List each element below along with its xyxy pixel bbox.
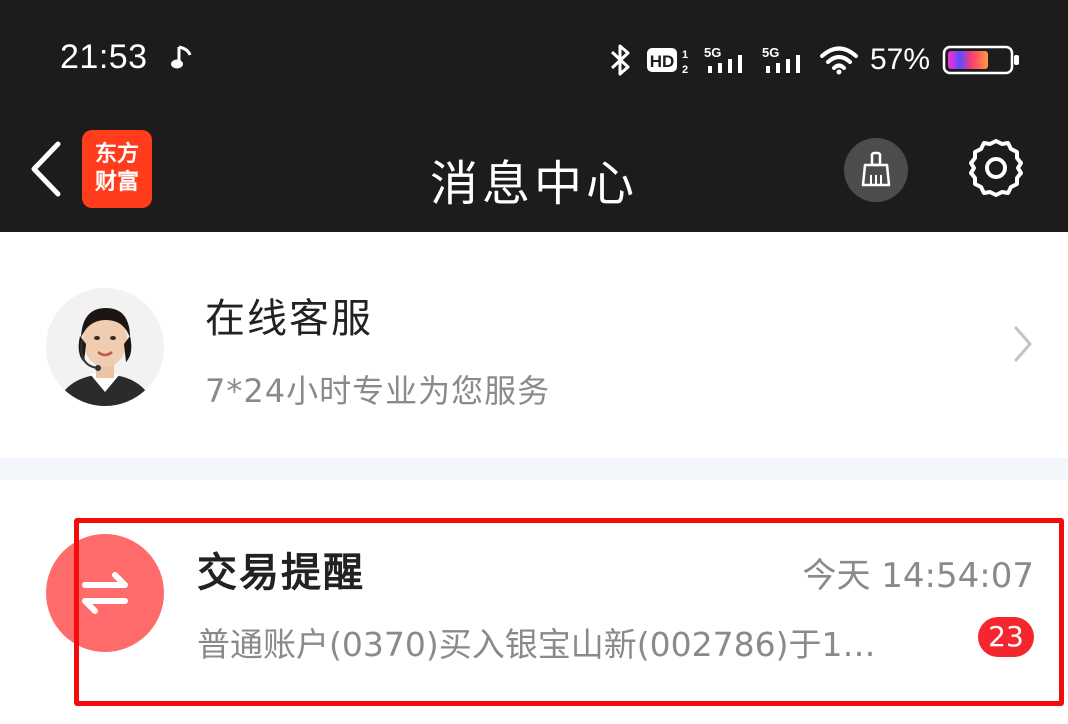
status-icons: HD 1 2 5G 5G 57% [608, 38, 1022, 82]
svg-text:2: 2 [682, 64, 688, 76]
clear-messages-button[interactable] [844, 138, 908, 202]
chevron-right-icon [1014, 326, 1032, 362]
status-bar: 21:53 HD 1 2 5G 5G 57% [0, 0, 1068, 110]
svg-text:5G: 5G [762, 45, 779, 60]
status-time: 21:53 [60, 38, 148, 76]
nav-bar: 东方 财富 消息中心 [0, 110, 1068, 232]
svg-text:5G: 5G [704, 45, 721, 60]
hd-voice-icon: HD 1 2 [646, 48, 688, 76]
music-note-icon [171, 45, 192, 69]
section-divider [0, 458, 1068, 480]
svg-text:HD: HD [650, 52, 675, 71]
top-bar: 21:53 HD 1 2 5G 5G 57% 东方 财富 消息中心 [0, 0, 1068, 232]
trade-alert-preview: 普通账户(0370)买入银宝山新(002786)于1… [197, 625, 876, 664]
trade-alert-row[interactable]: 交易提醒 今天 14:54:07 普通账户(0370)买入银宝山新(002786… [0, 480, 1068, 724]
service-subtitle: 7*24小时专业为您服务 [205, 372, 551, 410]
service-title: 在线客服 [205, 296, 373, 342]
signal-5g-icon: 5G [762, 45, 800, 73]
battery-percent: 57% [869, 43, 930, 76]
svg-text:1: 1 [682, 49, 688, 61]
signal-5g-icon: 5G [704, 45, 742, 73]
exchange-arrows-icon [82, 572, 128, 614]
bluetooth-icon [610, 44, 630, 76]
unread-count-badge: 23 [978, 617, 1034, 657]
page-title: 消息中心 [429, 156, 638, 212]
trade-alert-title: 交易提醒 [197, 550, 365, 596]
trade-alert-avatar [46, 534, 164, 652]
wifi-icon [819, 46, 858, 75]
trade-alert-time: 今天 14:54:07 [802, 556, 1034, 596]
battery-icon [942, 45, 1019, 75]
broom-icon [861, 151, 891, 187]
gear-icon[interactable] [964, 136, 1028, 200]
online-service-row[interactable]: 在线客服 7*24小时专业为您服务 [0, 232, 1068, 458]
service-avatar [46, 288, 164, 406]
